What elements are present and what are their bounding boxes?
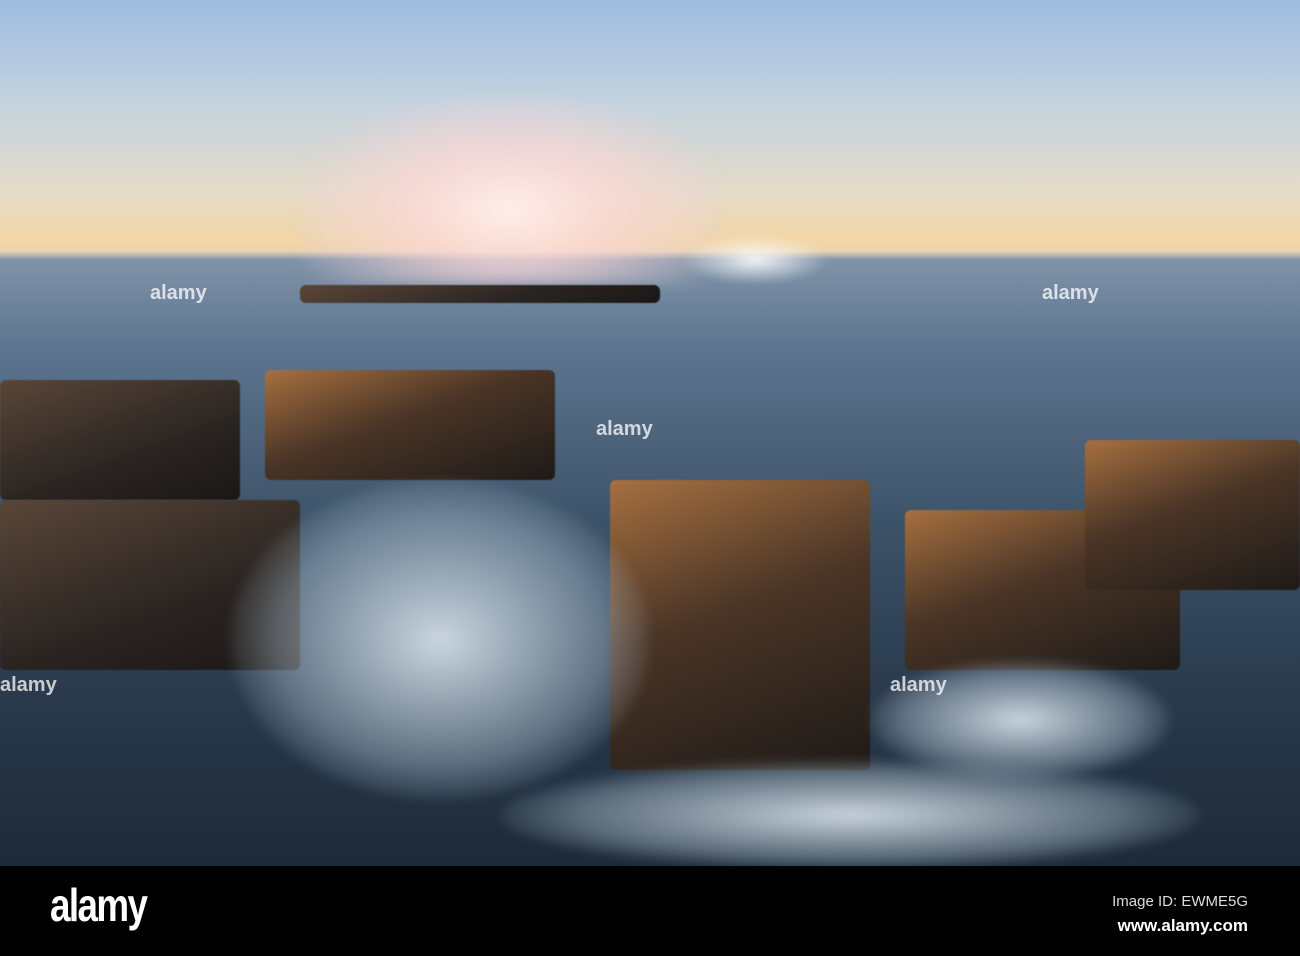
rock-far-right <box>1085 440 1300 590</box>
rock-center-left <box>265 370 555 480</box>
footer-bar <box>0 866 1300 956</box>
website-link[interactable]: www.alamy.com <box>1118 916 1248 936</box>
watermark: alamy <box>1042 282 1099 304</box>
wave-spray <box>300 95 720 285</box>
stock-photo-page: alamy alamy alamy alamy alamy alamy Imag… <box>0 0 1300 956</box>
seascape-photo: alamy alamy alamy alamy alamy <box>0 0 1300 866</box>
wave-spray-small <box>680 235 830 285</box>
rock-left <box>0 380 240 500</box>
water-foam <box>500 760 1200 866</box>
watermark: alamy <box>596 418 653 440</box>
image-id: Image ID: EWME5G <box>1112 893 1248 910</box>
rock-shelf <box>300 285 660 303</box>
watermark: alamy <box>0 674 57 696</box>
watermark: alamy <box>150 282 207 304</box>
water-foam <box>230 480 650 800</box>
alamy-logo[interactable]: alamy <box>50 878 148 932</box>
watermark: alamy <box>890 674 947 696</box>
